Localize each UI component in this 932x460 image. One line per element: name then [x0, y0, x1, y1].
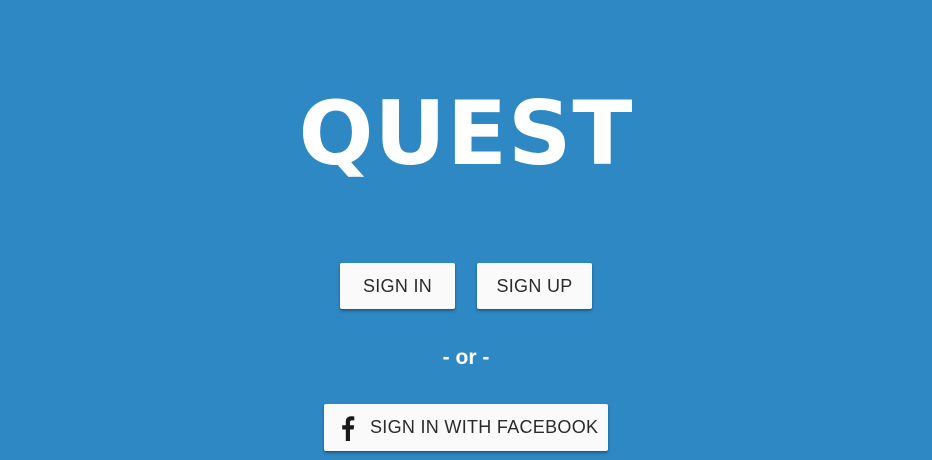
- facebook-sign-in-button[interactable]: SIGN IN WITH FACEBOOK: [324, 404, 608, 451]
- app-logo: QUEST: [298, 82, 634, 185]
- or-separator: - or -: [442, 346, 490, 369]
- sign-in-button[interactable]: SIGN IN: [340, 263, 455, 309]
- facebook-f-icon: [338, 415, 358, 441]
- sign-up-label: SIGN UP: [496, 275, 573, 296]
- sign-in-label: SIGN IN: [362, 275, 433, 296]
- sign-up-button[interactable]: SIGN UP: [477, 263, 592, 309]
- welcome-screen: QUEST SIGN IN SIGN UP - or - SIGN IN WIT…: [0, 0, 932, 460]
- facebook-sign-in-label: SIGN IN WITH FACEBOOK: [370, 417, 599, 437]
